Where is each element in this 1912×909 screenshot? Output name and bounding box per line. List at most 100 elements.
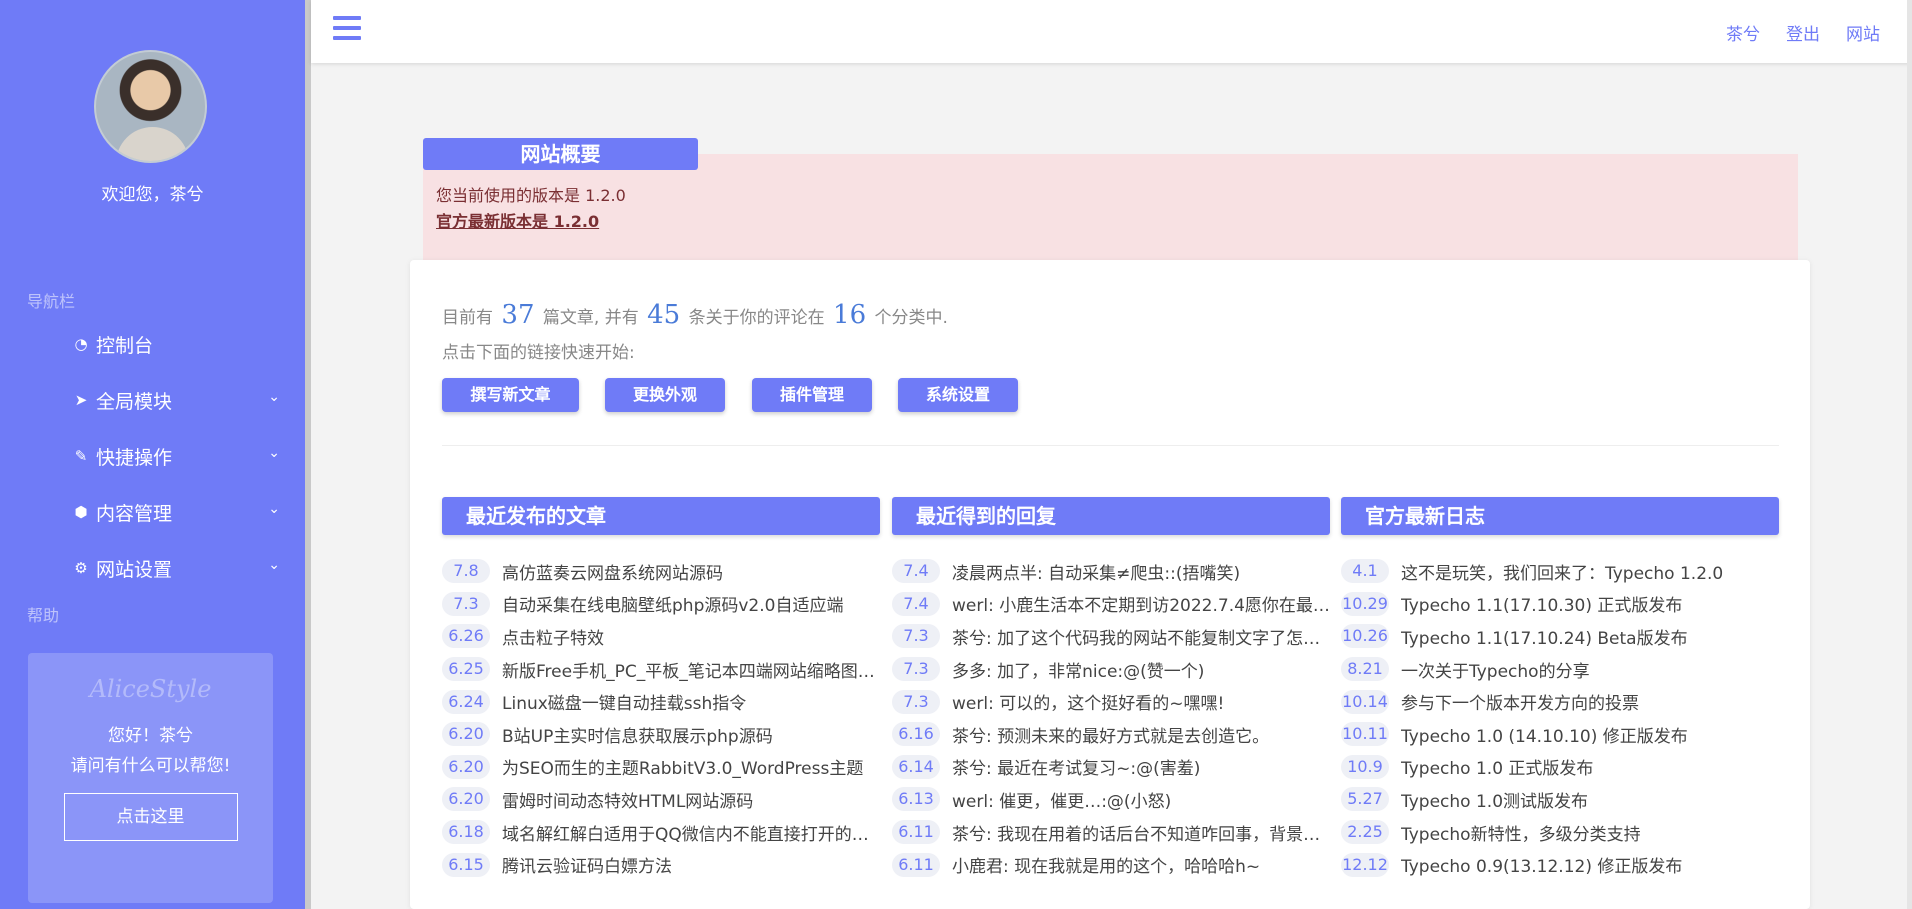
- sidebar-item-quick-actions[interactable]: ✎ 快捷操作 ⌄: [70, 441, 280, 471]
- date-badge: 6.14: [892, 754, 940, 779]
- list-item[interactable]: 7.3 werl: 可以的，这个挺好看的~嘿嘿!: [892, 685, 1332, 718]
- date-badge: 8.21: [1341, 657, 1389, 682]
- list-item-text[interactable]: 一次关于Typecho的分享: [1401, 657, 1781, 682]
- list-item-text[interactable]: 为SEO而生的主题RabbitV3.0_WordPress主题: [502, 754, 882, 779]
- help-section-label: 帮助: [27, 606, 60, 625]
- list-item[interactable]: 4.1 这不是玩笑，我们回来了：Typecho 1.2.0: [1341, 555, 1781, 588]
- list-item[interactable]: 6.11 茶兮: 我现在用着的话后台不知道咋回事，背景图片: [892, 816, 1332, 849]
- list-item[interactable]: 12.12 Typecho 0.9(13.12.12) 修正版发布: [1341, 848, 1781, 881]
- list-item-text[interactable]: 雷姆时间动态特效HTML网站源码: [502, 787, 882, 812]
- list-item-text[interactable]: 高仿蓝奏云网盘系统网站源码: [502, 559, 882, 584]
- list-item-text[interactable]: werl: 小鹿生活本不定期到访2022.7.4愿你在最美的年华: [952, 591, 1332, 616]
- sidebar-item-label: 网站设置: [96, 558, 173, 581]
- system-settings-button[interactable]: 系统设置: [898, 378, 1018, 412]
- list-item[interactable]: 5.27 Typecho 1.0测试版发布: [1341, 783, 1781, 816]
- list-item[interactable]: 6.18 域名解红解白适用于QQ微信内不能直接打开的网址: [442, 816, 882, 849]
- notice-title: 网站概要: [423, 138, 698, 170]
- list-item[interactable]: 6.20 雷姆时间动态特效HTML网站源码: [442, 783, 882, 816]
- list-item-text[interactable]: Typecho 1.1(17.10.24) Beta版发布: [1401, 624, 1781, 649]
- plugin-manage-button[interactable]: 插件管理: [752, 378, 872, 412]
- sidebar-item-content-management[interactable]: ⬢ 内容管理 ⌄: [70, 497, 280, 527]
- list-item[interactable]: 7.4 werl: 小鹿生活本不定期到访2022.7.4愿你在最美的年华: [892, 588, 1332, 621]
- date-badge: 6.20: [442, 754, 490, 779]
- sidebar-item-site-settings[interactable]: ⚙ 网站设置 ⌄: [70, 553, 280, 583]
- date-badge: 7.3: [892, 657, 940, 682]
- help-click-button[interactable]: 点击这里: [63, 793, 238, 841]
- list-item-text[interactable]: 茶兮: 加了这个代码我的网站不能复制文字了怎么办: [952, 624, 1332, 649]
- list-item-text[interactable]: 参与下一个版本开发方向的投票: [1401, 689, 1781, 714]
- list-item-text[interactable]: 多多: 加了，非常nice:@(赞一个): [952, 657, 1332, 682]
- list-item-text[interactable]: Typecho 1.1(17.10.30) 正式版发布: [1401, 591, 1781, 616]
- help-card: AliceStyle 您好！茶兮 请问有什么可以帮您! 点击这里: [28, 653, 273, 903]
- list-item[interactable]: 2.25 Typecho新特性，多级分类支持: [1341, 816, 1781, 849]
- website-link[interactable]: 网站: [1846, 20, 1880, 45]
- date-badge: 6.11: [892, 852, 940, 877]
- nav-section-label: 导航栏: [27, 292, 76, 311]
- menu-toggle-icon[interactable]: [333, 16, 361, 40]
- date-badge: 5.27: [1341, 787, 1389, 812]
- list-item-text[interactable]: Linux磁盘一键自动挂载ssh指令: [502, 689, 882, 714]
- list-item[interactable]: 6.20 B站UP主实时信息获取展示php源码: [442, 718, 882, 751]
- list-item[interactable]: 7.3 自动采集在线电脑壁纸php源码v2.0自适应端: [442, 588, 882, 621]
- dashboard-icon: ◔: [74, 335, 88, 353]
- list-item[interactable]: 10.29 Typecho 1.1(17.10.30) 正式版发布: [1341, 588, 1781, 621]
- list-item[interactable]: 6.15 腾讯云验证码白嫖方法: [442, 848, 882, 881]
- list-item[interactable]: 6.11 小鹿君: 现在我就是用的这个，哈哈哈h~: [892, 848, 1332, 881]
- list-item-text[interactable]: B站UP主实时信息获取展示php源码: [502, 722, 882, 747]
- list-item[interactable]: 6.24 Linux磁盘一键自动挂载ssh指令: [442, 685, 882, 718]
- logout-link[interactable]: 登出: [1786, 20, 1820, 45]
- list-item[interactable]: 10.26 Typecho 1.1(17.10.24) Beta版发布: [1341, 620, 1781, 653]
- chevron-down-icon: ⌄: [268, 389, 280, 405]
- list-item-text[interactable]: Typecho 1.0 正式版发布: [1401, 754, 1781, 779]
- list-item-text[interactable]: Typecho 0.9(13.12.12) 修正版发布: [1401, 852, 1781, 877]
- date-badge: 6.11: [892, 820, 940, 845]
- list-item-text[interactable]: 凌晨两点半: 自动采集≠爬虫::(捂嘴笑): [952, 559, 1332, 584]
- list-item[interactable]: 6.26 点击粒子特效: [442, 620, 882, 653]
- cube-icon: ⬢: [74, 503, 88, 521]
- sidebar-scrollbar[interactable]: [305, 0, 311, 909]
- list-item-text[interactable]: 新版Free手机_PC_平板_笔记本四端网站缩略图生成: [502, 657, 882, 682]
- list-item-text[interactable]: 腾讯云验证码白嫖方法: [502, 852, 882, 877]
- list-item-text[interactable]: 茶兮: 最近在考试复习~:@(害羞): [952, 754, 1332, 779]
- list-item-text[interactable]: 茶兮: 我现在用着的话后台不知道咋回事，背景图片: [952, 820, 1332, 845]
- list-item[interactable]: 6.14 茶兮: 最近在考试复习~:@(害羞): [892, 751, 1332, 784]
- list-item[interactable]: 10.11 Typecho 1.0 (14.10.10) 修正版发布: [1341, 718, 1781, 751]
- list-item[interactable]: 8.21 一次关于Typecho的分享: [1341, 653, 1781, 686]
- list-item[interactable]: 6.20 为SEO而生的主题RabbitV3.0_WordPress主题: [442, 751, 882, 784]
- list-item[interactable]: 10.9 Typecho 1.0 正式版发布: [1341, 751, 1781, 784]
- user-link[interactable]: 茶兮: [1726, 20, 1760, 45]
- list-item-text[interactable]: werl: 可以的，这个挺好看的~嘿嘿!: [952, 689, 1332, 714]
- list-item[interactable]: 7.8 高仿蓝奏云网盘系统网站源码: [442, 555, 882, 588]
- list-item[interactable]: 6.25 新版Free手机_PC_平板_笔记本四端网站缩略图生成: [442, 653, 882, 686]
- post-count: 37: [501, 300, 535, 330]
- sidebar-item-global-modules[interactable]: ➤ 全局模块 ⌄: [70, 385, 280, 415]
- list-item[interactable]: 7.3 茶兮: 加了这个代码我的网站不能复制文字了怎么办: [892, 620, 1332, 653]
- list-item-text[interactable]: 域名解红解白适用于QQ微信内不能直接打开的网址: [502, 820, 882, 845]
- list-item-text[interactable]: 小鹿君: 现在我就是用的这个，哈哈哈h~: [952, 852, 1332, 877]
- avatar[interactable]: [94, 50, 207, 163]
- list-item-text[interactable]: Typecho 1.0 (14.10.10) 修正版发布: [1401, 722, 1781, 747]
- list-item[interactable]: 10.14 参与下一个版本开发方向的投票: [1341, 685, 1781, 718]
- list-item[interactable]: 6.13 werl: 催更，催更…:@(小怒): [892, 783, 1332, 816]
- latest-version-link[interactable]: 官方最新版本是 1.2.0: [436, 208, 599, 232]
- date-badge: 7.4: [892, 559, 940, 584]
- recent-replies-list: 7.4 凌晨两点半: 自动采集≠爬虫::(捂嘴笑)7.4 werl: 小鹿生活本不定…: [892, 555, 1332, 881]
- list-item-text[interactable]: werl: 催更，催更…:@(小怒): [952, 787, 1332, 812]
- list-item[interactable]: 7.4 凌晨两点半: 自动采集≠爬虫::(捂嘴笑): [892, 555, 1332, 588]
- list-item[interactable]: 6.16 茶兮: 预测未来的最好方式就是去创造它。: [892, 718, 1332, 751]
- date-badge: 7.3: [892, 624, 940, 649]
- list-item-text[interactable]: 这不是玩笑，我们回来了：Typecho 1.2.0: [1401, 559, 1781, 584]
- sidebar-item-label: 控制台: [96, 334, 154, 357]
- list-item-text[interactable]: Typecho 1.0测试版发布: [1401, 787, 1781, 812]
- change-theme-button[interactable]: 更换外观: [605, 378, 725, 412]
- list-item-text[interactable]: Typecho新特性，多级分类支持: [1401, 820, 1781, 845]
- sidebar-item-dashboard[interactable]: ◔ 控制台: [70, 329, 280, 359]
- list-item-text[interactable]: 茶兮: 预测未来的最好方式就是去创造它。: [952, 722, 1332, 747]
- date-badge: 10.11: [1341, 722, 1389, 747]
- page-scrollbar[interactable]: [1907, 0, 1912, 909]
- list-item-text[interactable]: 点击粒子特效: [502, 624, 882, 649]
- list-item-text[interactable]: 自动采集在线电脑壁纸php源码v2.0自适应端: [502, 591, 882, 616]
- list-item[interactable]: 7.3 多多: 加了，非常nice:@(赞一个): [892, 653, 1332, 686]
- write-post-button[interactable]: 撰写新文章: [442, 378, 579, 412]
- official-log-list: 4.1 这不是玩笑，我们回来了：Typecho 1.2.0 10.29 Typecho…: [1341, 555, 1781, 881]
